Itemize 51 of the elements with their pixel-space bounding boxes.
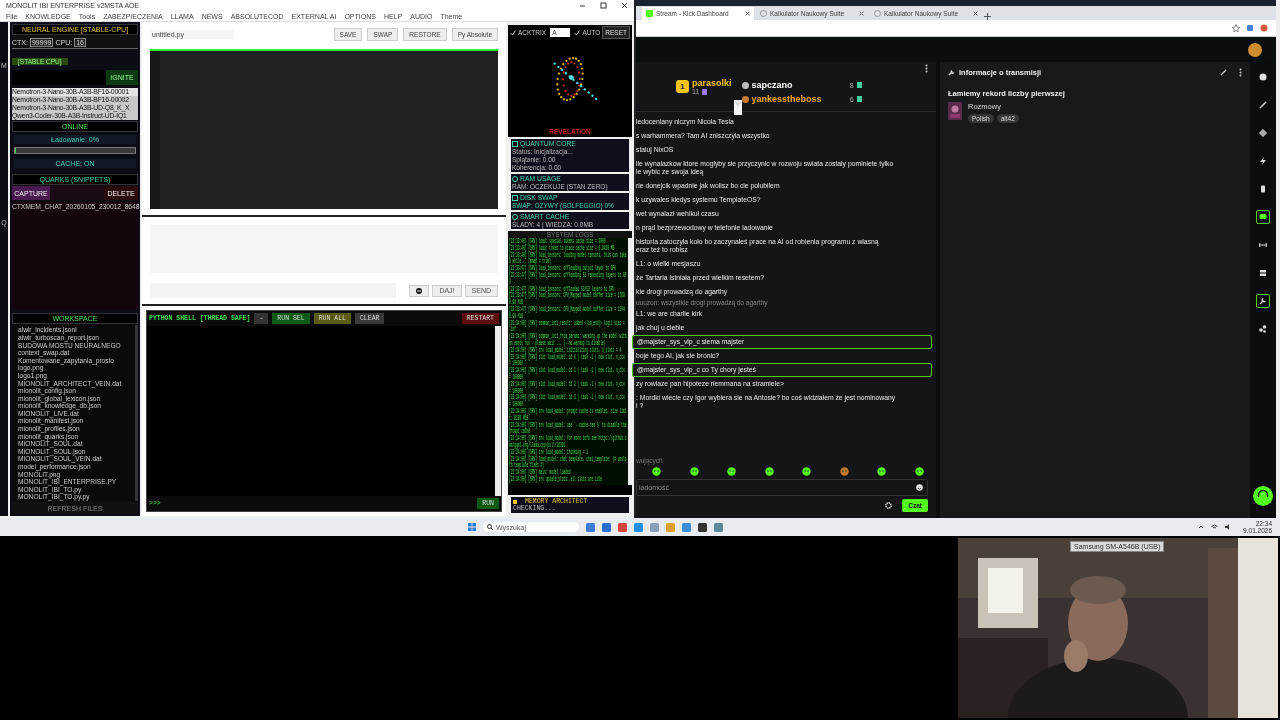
minimize-icon[interactable] bbox=[579, 2, 586, 9]
stop-button[interactable] bbox=[409, 284, 430, 297]
target-icon[interactable] bbox=[1256, 126, 1270, 140]
emote-icon[interactable] bbox=[652, 467, 661, 476]
close-icon[interactable] bbox=[745, 11, 750, 16]
checkbox[interactable] bbox=[574, 29, 581, 36]
leader-name: parasolki bbox=[692, 78, 732, 88]
checkbox[interactable] bbox=[510, 29, 516, 36]
emote-icon[interactable] bbox=[764, 467, 774, 476]
settings-icon[interactable] bbox=[885, 502, 893, 509]
maximize-icon[interactable] bbox=[600, 2, 607, 9]
gauge-icon bbox=[512, 213, 518, 220]
gift-icon bbox=[702, 88, 708, 95]
chip-icon bbox=[513, 499, 517, 504]
emoji-icon[interactable] bbox=[916, 484, 923, 491]
emote-icon[interactable] bbox=[877, 467, 887, 476]
new-tab-icon[interactable] bbox=[984, 13, 991, 20]
extension-icon[interactable] bbox=[1246, 24, 1254, 32]
windows-icon[interactable] bbox=[468, 523, 477, 531]
emote-icon[interactable] bbox=[689, 467, 699, 476]
star-icon[interactable] bbox=[1232, 24, 1240, 32]
chip-icon bbox=[512, 140, 518, 147]
headset-icon[interactable] bbox=[1253, 486, 1273, 506]
globe-icon bbox=[874, 10, 881, 17]
more-icon[interactable] bbox=[925, 63, 928, 73]
leader-name: yankesstheboss bbox=[751, 94, 822, 104]
wrench-icon[interactable] bbox=[1256, 294, 1270, 308]
gauge-icon bbox=[512, 175, 518, 182]
wifi-icon[interactable] bbox=[1211, 524, 1219, 530]
gift-icon bbox=[856, 82, 862, 88]
search-icon bbox=[487, 524, 494, 530]
kick-logo-icon bbox=[646, 10, 653, 17]
leader-name: sapczano bbox=[751, 80, 793, 90]
gift-icon bbox=[856, 96, 862, 102]
profile-icon[interactable] bbox=[1260, 24, 1268, 32]
emote-icon[interactable] bbox=[839, 467, 849, 476]
close-icon[interactable] bbox=[621, 2, 628, 9]
emote-icon[interactable] bbox=[914, 467, 924, 476]
emote-icon[interactable] bbox=[727, 467, 737, 476]
rank-badge: 1 bbox=[676, 80, 689, 93]
avatar-icon[interactable] bbox=[1248, 42, 1262, 57]
globe-icon bbox=[760, 10, 767, 17]
emote-icon[interactable] bbox=[802, 467, 812, 476]
chat-icon[interactable] bbox=[1256, 210, 1270, 224]
more-icon[interactable] bbox=[1239, 68, 1242, 77]
stop-icon bbox=[416, 287, 423, 294]
folder-icon bbox=[512, 194, 518, 201]
pencil-icon[interactable] bbox=[1220, 69, 1227, 76]
tray-caret-icon[interactable] bbox=[1198, 524, 1205, 530]
wrench-icon bbox=[948, 69, 955, 76]
category-thumbnail bbox=[948, 102, 962, 120]
